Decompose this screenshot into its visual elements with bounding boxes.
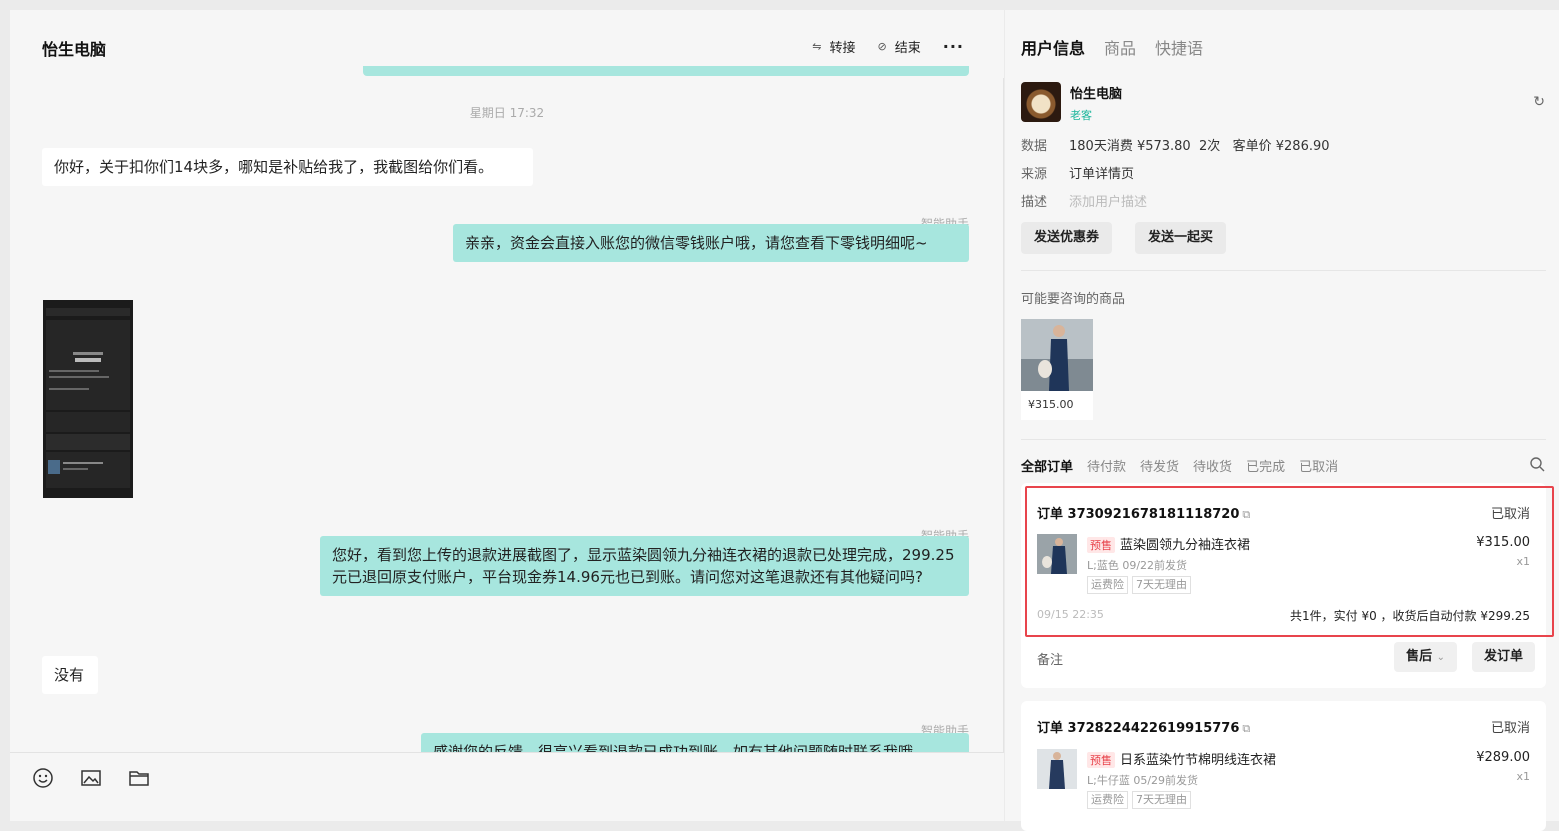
- order-tab-to-receive[interactable]: 待收货: [1193, 456, 1232, 475]
- message-bubble-incoming: 你好，关于扣你们14块多，哪知是补贴给我了，我截图给你们看。: [42, 148, 533, 186]
- order-status: 已取消: [1490, 721, 1530, 736]
- customer-info-panel: 用户信息 商品 快捷语 怡生电脑 老客 ↻ 数据 180天消费 ¥573.80 …: [1005, 10, 1559, 831]
- more-icon[interactable]: ···: [943, 38, 964, 54]
- refresh-icon[interactable]: ↻: [1533, 94, 1545, 110]
- order-tab-to-ship[interactable]: 待发货: [1140, 456, 1179, 475]
- tab-quick-replies[interactable]: 快捷语: [1155, 35, 1203, 59]
- send-order-button[interactable]: 发订单: [1471, 642, 1535, 672]
- copy-icon[interactable]: ⧉: [1242, 722, 1250, 735]
- product-image: [1021, 319, 1093, 391]
- search-icon[interactable]: [1529, 456, 1545, 476]
- order-price: ¥315.00: [1476, 535, 1530, 550]
- message-bubble-outgoing: 您好，看到您上传的退款进展截图了，显示蓝染圆领九分袖连衣裙的退款已处理完成，29…: [320, 536, 969, 596]
- order-sku: L;蓝色 09/22前发货: [1087, 559, 1188, 572]
- add-description-link[interactable]: 添加用户描述: [1069, 191, 1147, 210]
- chat-panel: 怡生电脑 ⇋ 转接 ⊘ 结束 ··· 星期日 17:32 你好，关于扣你们14块…: [10, 10, 1004, 821]
- image-icon[interactable]: [80, 767, 102, 789]
- chevron-down-icon: ⌄: [1436, 652, 1445, 663]
- order-tab-completed[interactable]: 已完成: [1246, 456, 1285, 475]
- order-badges: 运费险 7天无理由: [1087, 791, 1195, 809]
- order-number: 订单 3728224422619915776 ⧉: [1037, 721, 1251, 736]
- folder-icon[interactable]: [128, 767, 150, 789]
- panel-tabs: 用户信息 商品 快捷语: [1021, 35, 1222, 59]
- message-bubble-outgoing: 感谢您的反馈，很高兴看到退款已成功到账，如有其他问题随时联系我哦: [421, 733, 969, 752]
- order-product-name: 预售 日系蓝染竹节棉明线连衣裙: [1087, 749, 1276, 768]
- badge: 7天无理由: [1132, 791, 1191, 809]
- message-bubble-incoming: 没有: [42, 656, 98, 694]
- order-product-thumb: [1037, 534, 1077, 574]
- transfer-button[interactable]: ⇋ 转接: [812, 37, 855, 56]
- screenshot-image-message[interactable]: [43, 300, 133, 498]
- order-quantity: x1: [1516, 770, 1530, 783]
- finish-button[interactable]: ⊘ 结束: [878, 37, 921, 56]
- order-product-thumb: [1037, 749, 1077, 789]
- divider: [1021, 270, 1546, 271]
- send-coupon-button[interactable]: 发送优惠券: [1021, 222, 1113, 254]
- order-card[interactable]: 订单 3730921678181118720 ⧉ 已取消 预售 蓝染圆领九分袖连衣裙…: [1021, 483, 1546, 688]
- order-summary: 共1件，实付 ¥0 ，收货后自动付款 ¥299.25: [1290, 609, 1530, 623]
- message-timestamp: 星期日 17:32: [469, 106, 545, 120]
- source-row: 来源 订单详情页: [1021, 167, 1135, 182]
- order-quantity: x1: [1516, 555, 1530, 568]
- suggested-products-title: 可能要咨询的商品: [1021, 292, 1126, 307]
- chat-title: 怡生电脑: [42, 40, 107, 59]
- badge: 运费险: [1087, 576, 1128, 594]
- suggested-product-card[interactable]: ¥315.00: [1021, 319, 1093, 420]
- order-tab-all[interactable]: 全部订单: [1021, 456, 1073, 475]
- user-tag: 老客: [1070, 109, 1092, 122]
- order-status: 已取消: [1490, 507, 1530, 522]
- order-badges: 运费险 7天无理由: [1087, 576, 1195, 594]
- order-product-name: 预售 蓝染圆领九分袖连衣裙: [1087, 534, 1250, 553]
- send-group-buy-button[interactable]: 发送一起买: [1135, 222, 1227, 254]
- user-name: 怡生电脑: [1070, 87, 1123, 102]
- copy-icon[interactable]: ⧉: [1242, 508, 1250, 521]
- previous-message-bubble: [363, 66, 969, 76]
- badge: 7天无理由: [1132, 576, 1191, 594]
- order-card[interactable]: 订单 3728224422619915776 ⧉ 已取消 预售 日系蓝染竹节棉明线连…: [1021, 701, 1546, 831]
- chat-toolbar: [10, 752, 1004, 821]
- order-price: ¥289.00: [1476, 750, 1530, 765]
- order-tabs: 全部订单 待付款 待发货 待收货 已完成 已取消: [1021, 456, 1352, 475]
- emoji-icon[interactable]: [32, 767, 54, 789]
- message-bubble-outgoing: 亲亲，资金会直接入账您的微信零钱账户哦，请您查看下零钱明细呢~: [453, 224, 969, 262]
- description-row: 描述 添加用户描述: [1021, 191, 1147, 210]
- avatar: [1021, 82, 1061, 122]
- presale-tag: 预售: [1087, 752, 1115, 768]
- message-list[interactable]: 星期日 17:32 你好，关于扣你们14块多，哪知是补贴给我了，我截图给你们看。…: [10, 66, 1004, 752]
- order-sku: L;牛仔蓝 05/29前发货: [1087, 774, 1199, 787]
- order-number: 订单 3730921678181118720 ⧉: [1037, 507, 1251, 522]
- product-price: ¥315.00: [1028, 398, 1074, 411]
- check-circle-icon: ⊘: [877, 40, 887, 53]
- order-note[interactable]: 备注: [1037, 649, 1063, 668]
- divider: [1021, 439, 1546, 440]
- transfer-icon: ⇋: [812, 40, 822, 53]
- data-row: 数据 180天消费 ¥573.80 2次 客单价 ¥286.90: [1021, 139, 1330, 154]
- presale-tag: 预售: [1087, 537, 1115, 553]
- after-sale-button[interactable]: 售后 ⌄: [1394, 642, 1457, 672]
- order-tab-unpaid[interactable]: 待付款: [1087, 456, 1126, 475]
- badge: 运费险: [1087, 791, 1128, 809]
- order-time: 09/15 22:35: [1037, 608, 1104, 621]
- tab-user-info[interactable]: 用户信息: [1021, 35, 1085, 59]
- tab-products[interactable]: 商品: [1104, 35, 1136, 59]
- order-tab-cancelled[interactable]: 已取消: [1299, 456, 1338, 475]
